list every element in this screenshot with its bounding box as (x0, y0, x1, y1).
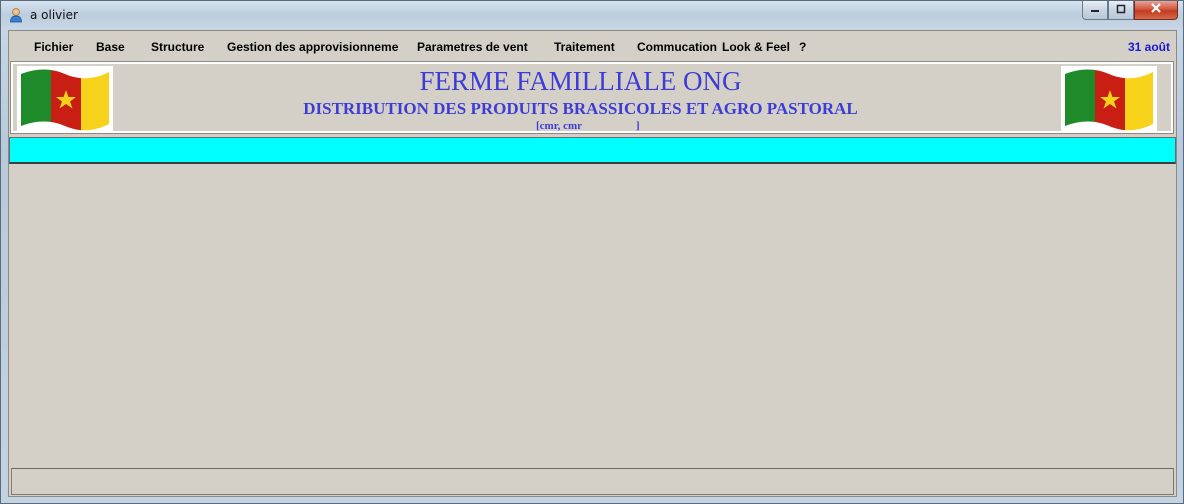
menu-help[interactable]: ? (799, 40, 806, 54)
user-icon (8, 7, 24, 23)
close-icon (1149, 1, 1163, 19)
user-code-value: [cmr, cmr (536, 120, 583, 132)
menu-bar: Fichier Base Structure Gestion des appro… (9, 31, 1176, 61)
menu-structure[interactable]: Structure (151, 40, 204, 54)
menu-traitement[interactable]: Traitement (554, 40, 615, 54)
user-code: [cmr, cmr ] (536, 120, 646, 132)
menu-base[interactable]: Base (96, 40, 125, 54)
menu-parametres-vente[interactable]: Parametres de vent (417, 40, 528, 54)
status-bar (11, 468, 1174, 495)
title-bar[interactable]: a olivier (1, 1, 1183, 29)
toolbar (9, 137, 1176, 164)
cameroon-flag-icon (1061, 66, 1157, 132)
caption-buttons (1082, 1, 1178, 21)
close-button[interactable] (1134, 1, 1178, 20)
company-subtitle: DISTRIBUTION DES PRODUITS BRASSICOLES ET… (303, 99, 858, 118)
menu-fichier[interactable]: Fichier (34, 40, 73, 54)
client-area: Fichier Base Structure Gestion des appro… (8, 30, 1177, 497)
minimize-button[interactable] (1082, 1, 1108, 20)
minimize-icon (1089, 1, 1101, 19)
menu-gestion-approvisionnement[interactable]: Gestion des approvisionneme (227, 40, 398, 54)
window-title: a olivier (30, 8, 78, 22)
main-workspace (9, 165, 1176, 467)
application-window: a olivier Fichier Base Structure Gestion… (0, 0, 1184, 504)
date-label: 31 août (1127, 40, 1170, 54)
menu-look-and-feel[interactable]: Look & Feel (722, 40, 790, 54)
header-banner: FERME FAMILLIALE ONG DISTRIBUTION DES PR… (10, 61, 1174, 134)
maximize-icon (1115, 1, 1127, 19)
maximize-button[interactable] (1108, 1, 1134, 20)
menu-communication[interactable]: Commucation (637, 40, 717, 54)
user-code-close: ] (636, 120, 640, 132)
company-title: FERME FAMILLIALE ONG (419, 66, 742, 96)
